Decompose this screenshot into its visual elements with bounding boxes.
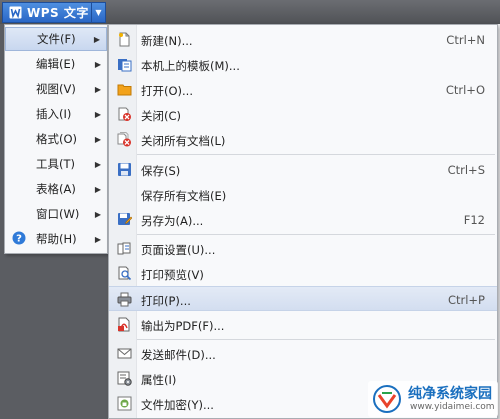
menu-item-tools[interactable]: 工具(T) ▶: [5, 152, 107, 176]
chevron-down-icon[interactable]: ▼: [91, 3, 105, 22]
menu-item-save-as[interactable]: 另存为(A)... F12: [109, 207, 497, 232]
menu-item-send-mail[interactable]: 发送邮件(D)...: [109, 341, 497, 366]
main-menu: 文件(F) ▶ 编辑(E) ▶ 视图(V) ▶ 插入(I) ▶ 格式(O) ▶ …: [4, 24, 108, 254]
menu-item-label: 视图(V): [36, 82, 76, 96]
menu-item-label: 帮助(H): [36, 232, 77, 246]
close-document-icon: [117, 107, 132, 122]
chevron-right-icon: ▶: [94, 184, 101, 194]
shortcut-label: F12: [463, 213, 485, 227]
menu-item-format[interactable]: 格式(O) ▶: [5, 127, 107, 151]
menu-item-label: 本机上的模板(M)...: [141, 59, 240, 73]
chevron-right-icon: ▶: [94, 84, 101, 94]
chevron-right-icon: ▶: [94, 159, 101, 169]
template-icon: [117, 57, 132, 72]
menu-item-label: 窗口(W): [36, 207, 80, 221]
save-as-icon: [117, 212, 133, 227]
shortcut-label: Ctrl+S: [447, 163, 485, 177]
menu-item-label: 关闭(C): [141, 109, 182, 123]
menu-item-label: 文件(F): [37, 32, 76, 46]
watermark-logo-icon: [372, 384, 402, 414]
save-icon: [117, 162, 132, 177]
shortcut-label: Ctrl+P: [447, 293, 485, 307]
properties-icon: [117, 371, 132, 386]
menu-item-file[interactable]: 文件(F) ▶: [5, 27, 107, 51]
close-all-icon: [117, 132, 132, 147]
chevron-right-icon: ▶: [93, 34, 100, 44]
menu-item-save[interactable]: 保存(S) Ctrl+S: [109, 157, 497, 182]
print-preview-icon: [117, 266, 132, 281]
menu-item-label: 保存(S): [141, 164, 181, 178]
menu-item-table[interactable]: 表格(A) ▶: [5, 177, 107, 201]
page-setup-icon: [117, 241, 132, 256]
help-icon: ?: [12, 231, 26, 245]
menu-item-label: 保存所有文档(E): [141, 189, 227, 203]
shortcut-label: Ctrl+N: [446, 33, 485, 47]
menu-item-label: 打开(O)...: [141, 84, 193, 98]
menu-item-help[interactable]: ? 帮助(H) ▶: [5, 227, 107, 251]
chevron-right-icon: ▶: [94, 209, 101, 219]
watermark-title: 纯净系统家园: [408, 386, 492, 402]
menu-item-local-template[interactable]: 本机上的模板(M)...: [109, 52, 497, 77]
menu-item-label: 打印(P)...: [141, 294, 191, 308]
menu-item-label: 格式(O): [36, 132, 78, 146]
mail-icon: [117, 346, 132, 361]
chevron-right-icon: ▶: [94, 109, 101, 119]
open-folder-icon: [117, 82, 132, 97]
menu-item-label: 打印预览(V): [141, 268, 204, 282]
menu-item-new[interactable]: 新建(N)... Ctrl+N: [109, 27, 497, 52]
chevron-right-icon: ▶: [94, 234, 101, 244]
menu-item-label: 插入(I): [36, 107, 72, 121]
menu-item-label: 编辑(E): [36, 57, 76, 71]
chevron-right-icon: ▶: [94, 59, 101, 69]
menu-item-label: 属性(I): [141, 373, 177, 387]
svg-text:?: ?: [16, 234, 22, 245]
menu-item-export-pdf[interactable]: 输出为PDF(F)...: [109, 312, 497, 337]
encrypt-icon: [117, 396, 132, 411]
menu-item-close-all[interactable]: 关闭所有文档(L): [109, 127, 497, 152]
menu-item-insert[interactable]: 插入(I) ▶: [5, 102, 107, 126]
menu-item-close[interactable]: 关闭(C): [109, 102, 497, 127]
menu-item-label: 关闭所有文档(L): [141, 134, 226, 148]
site-watermark: 纯净系统家园 www.yidaimei.com: [368, 381, 498, 417]
new-document-icon: [117, 32, 132, 47]
file-submenu: 新建(N)... Ctrl+N 本机上的模板(M)... 打开(O)... Ct…: [108, 24, 498, 419]
menu-separator: [137, 234, 495, 235]
menu-item-label: 表格(A): [36, 182, 76, 196]
menu-item-label: 页面设置(U)...: [141, 243, 216, 257]
wps-logo-icon: [8, 6, 22, 20]
wps-app-menu-button[interactable]: WPS 文字 ▼: [2, 2, 106, 23]
menu-item-print-preview[interactable]: 打印预览(V): [109, 261, 497, 286]
menu-item-label: 输出为PDF(F)...: [141, 319, 225, 333]
menu-item-label: 另存为(A)...: [141, 214, 204, 228]
shortcut-label: Ctrl+O: [445, 83, 485, 97]
menu-item-label: 文件加密(Y)...: [141, 398, 214, 412]
menu-item-label: 新建(N)...: [141, 34, 193, 48]
menu-item-open[interactable]: 打开(O)... Ctrl+O: [109, 77, 497, 102]
menu-item-label: 工具(T): [36, 157, 75, 171]
menu-item-window[interactable]: 窗口(W) ▶: [5, 202, 107, 226]
menu-item-label: 发送邮件(D)...: [141, 348, 216, 362]
pdf-icon: [117, 317, 132, 332]
menu-separator: [137, 339, 495, 340]
app-title: WPS 文字: [27, 6, 89, 20]
menu-item-save-all[interactable]: 保存所有文档(E): [109, 182, 497, 207]
menu-item-edit[interactable]: 编辑(E) ▶: [5, 52, 107, 76]
menu-item-print[interactable]: 打印(P)... Ctrl+P: [109, 286, 497, 311]
watermark-url: www.yidaimei.com: [410, 402, 495, 412]
printer-icon: [117, 292, 132, 307]
menu-separator: [137, 154, 495, 155]
menu-item-view[interactable]: 视图(V) ▶: [5, 77, 107, 101]
menu-item-page-setup[interactable]: 页面设置(U)...: [109, 236, 497, 261]
chevron-right-icon: ▶: [94, 134, 101, 144]
